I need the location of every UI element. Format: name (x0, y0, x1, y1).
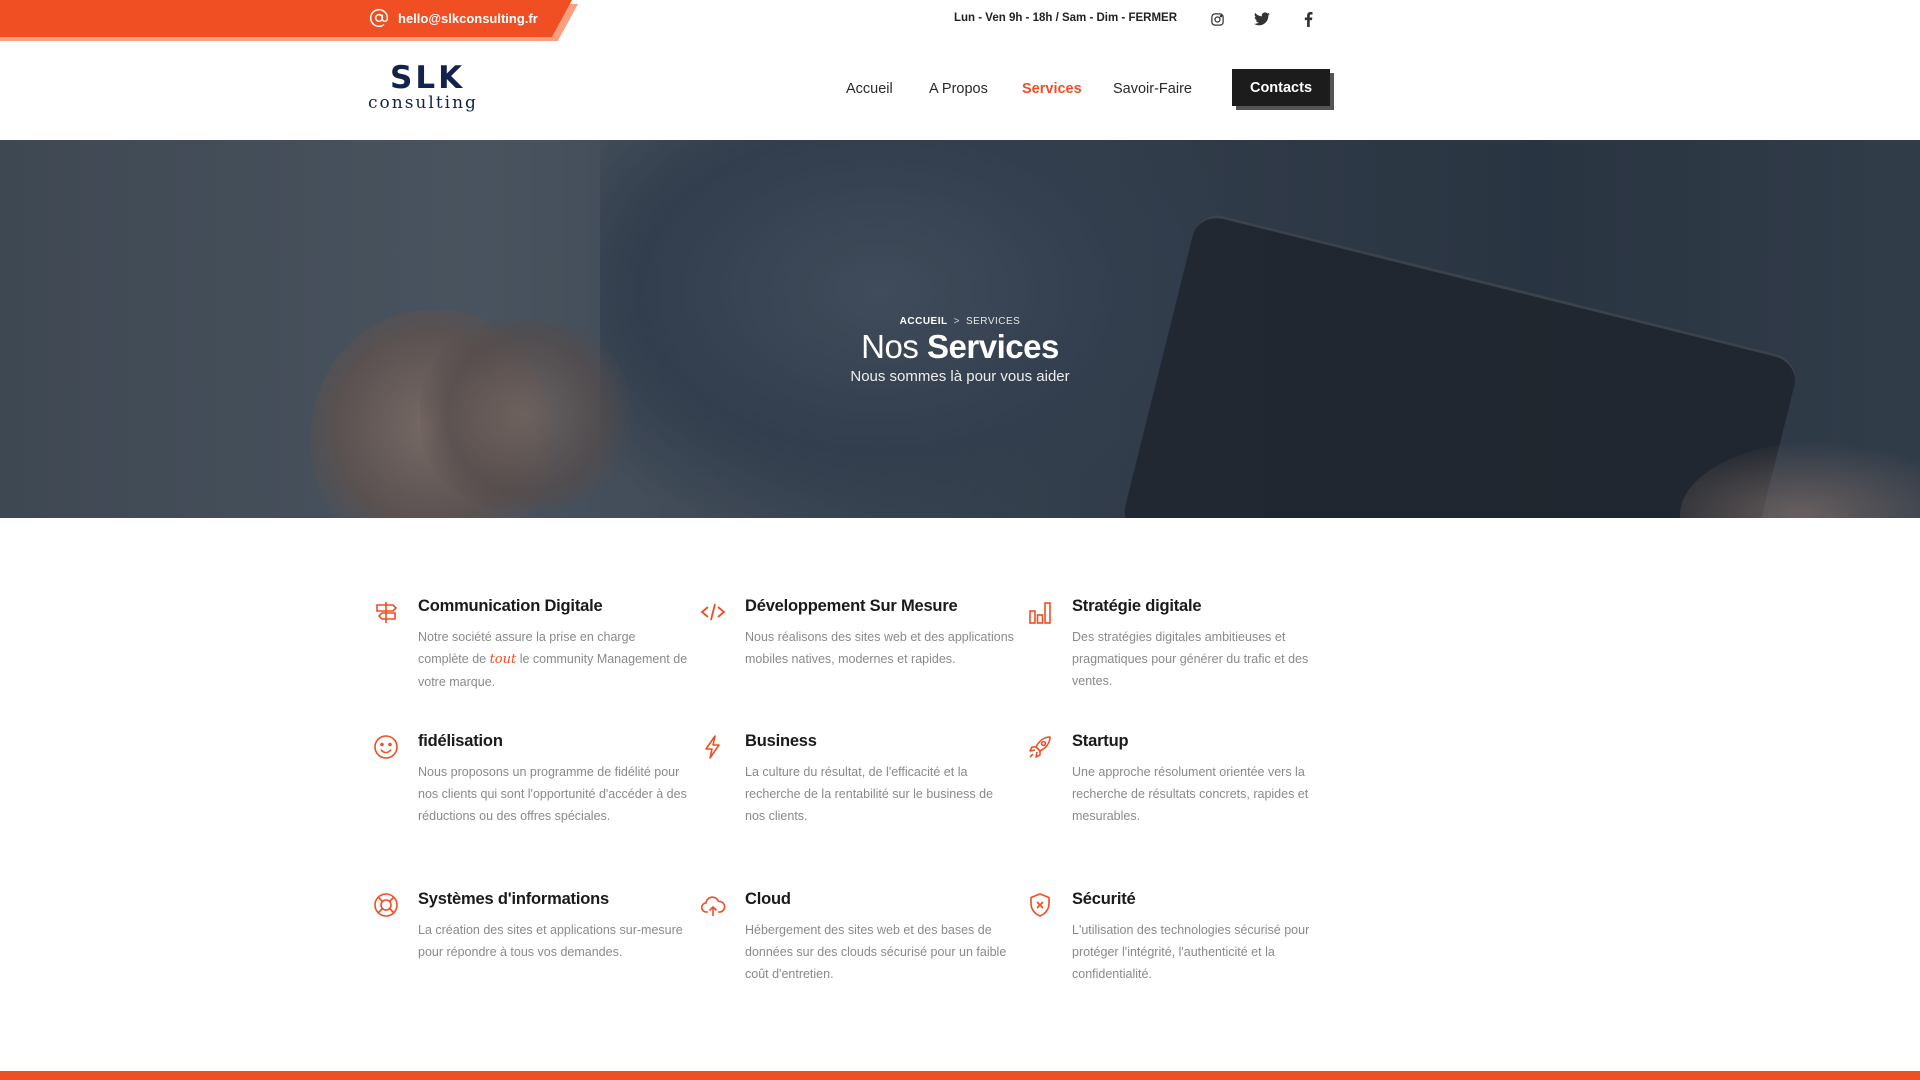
code-icon (700, 599, 726, 625)
handwritten-highlight: tout (489, 652, 517, 667)
footer-accent-bar (0, 1071, 1920, 1080)
service-description: La création des sites et applications su… (418, 923, 683, 959)
service-title: Startup (1072, 732, 1129, 750)
service-description: Hébergement des sites web et des bases d… (745, 923, 1007, 981)
breadcrumb: ACCUEIL > SERVICES (0, 316, 1920, 327)
bar-chart-icon (1027, 599, 1053, 625)
service-description: Des stratégies digitales ambitieuses et … (1072, 630, 1309, 688)
service-description: Une approche résolument orientée vers la… (1072, 765, 1309, 823)
service-description: Notre société assure la prise en charge … (418, 630, 688, 689)
page-title-bold: Services (927, 328, 1059, 365)
top-bar: hello@slkconsulting.fr Lun - Ven 9h - 18… (0, 0, 1920, 41)
logo-tagline: consulting (368, 93, 478, 113)
nav-savoir-faire[interactable]: Savoir-Faire (1113, 81, 1192, 97)
nav-a-propos[interactable]: A Propos (929, 81, 988, 97)
service-description: La culture du résultat, de l'efficacité … (745, 765, 994, 823)
twitter-icon[interactable] (1252, 9, 1272, 29)
service-title: Développement Sur Mesure (745, 597, 958, 615)
service-description: Nous proposons un programme de fidélité … (418, 765, 687, 823)
service-title: fidélisation (418, 732, 503, 750)
rocket-icon (1027, 734, 1053, 760)
shield-icon (1027, 892, 1053, 918)
logo-wordmark: SLK (390, 60, 466, 96)
email-link[interactable]: hello@slkconsulting.fr (368, 7, 538, 29)
opening-hours: Lun - Ven 9h - 18h / Sam - Dim - FERMER (954, 12, 1177, 24)
service-title: Systèmes d'informations (418, 890, 609, 908)
service-description: Nous réalisons des sites web et des appl… (745, 630, 1014, 666)
service-title: Communication Digitale (418, 597, 603, 615)
contacts-button[interactable]: Contacts (1232, 69, 1330, 106)
breadcrumb-current: SERVICES (965, 316, 1021, 327)
service-title: Stratégie digitale (1072, 597, 1202, 615)
smiley-icon (373, 734, 399, 760)
email-address[interactable]: hello@slkconsulting.fr (398, 11, 538, 26)
nav-accueil[interactable]: Accueil (846, 81, 893, 97)
at-sign-icon (368, 7, 390, 29)
service-title: Sécurité (1072, 890, 1136, 908)
breadcrumb-home[interactable]: ACCUEIL (900, 316, 948, 327)
hero-banner: ACCUEIL > SERVICES Nos Services Nous somme… (0, 140, 1920, 518)
page-title-light: Nos (861, 328, 919, 365)
logo[interactable]: SLK consulting (368, 60, 486, 116)
signpost-icon (373, 599, 399, 625)
service-title: Business (745, 732, 817, 750)
page-title: Nos Services (0, 328, 1920, 366)
cloud-upload-icon (700, 892, 726, 918)
facebook-icon[interactable] (1298, 9, 1318, 29)
page-subtitle: Nous sommes là pour vous aider (850, 368, 1070, 385)
breadcrumb-separator: > (953, 316, 960, 327)
lightning-icon (700, 734, 726, 760)
service-title: Cloud (745, 890, 791, 908)
lifebuoy-icon (373, 892, 399, 918)
service-description: L'utilisation des technologies sécurisé … (1072, 923, 1310, 981)
nav-services[interactable]: Services (1022, 81, 1082, 97)
instagram-icon[interactable] (1207, 9, 1227, 29)
